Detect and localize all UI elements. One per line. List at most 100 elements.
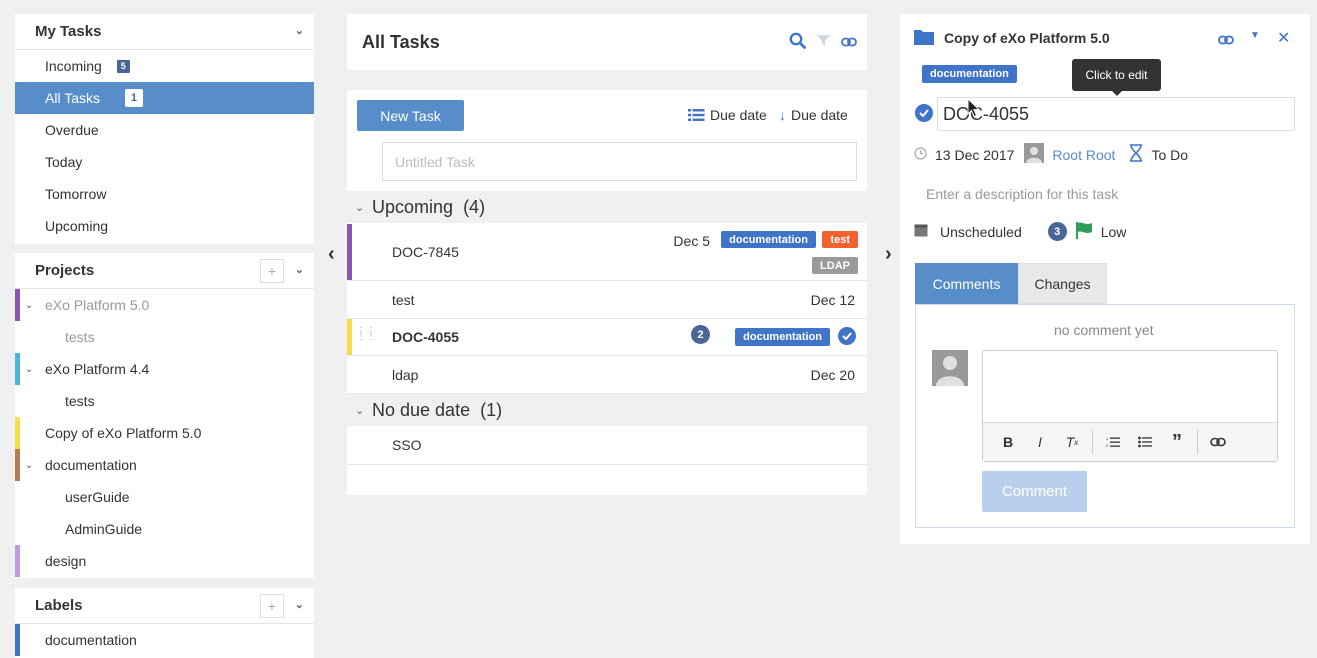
order-by-label: Due date: [791, 107, 848, 123]
project-item[interactable]: tests: [15, 385, 314, 417]
blockquote-icon[interactable]: ”: [1162, 427, 1192, 457]
project-item[interactable]: design: [15, 545, 314, 577]
due-date[interactable]: 13 Dec 2017: [935, 147, 1014, 163]
collapse-left-arrow[interactable]: ‹: [328, 243, 335, 266]
chevron-down-icon[interactable]: ⌄: [355, 404, 364, 417]
nav-item-overdue[interactable]: Overdue: [15, 114, 314, 146]
new-task-button[interactable]: New Task: [357, 100, 464, 131]
chevron-down-icon[interactable]: ⌄: [295, 598, 304, 611]
task-row[interactable]: ldap Dec 20: [347, 356, 867, 394]
labels-panel: Labels + ⌄ documentation: [15, 588, 314, 658]
sort-due-date[interactable]: Due date: [688, 107, 767, 123]
tag-documentation[interactable]: documentation: [735, 328, 830, 346]
group-no-due-date[interactable]: ⌄ No due date (1): [347, 394, 867, 426]
folder-icon: [914, 28, 934, 48]
chevron-down-icon[interactable]: ⌄: [25, 460, 33, 471]
schedule-value[interactable]: Unscheduled: [940, 224, 1022, 240]
label-item[interactable]: documentation: [15, 624, 314, 656]
project-item[interactable]: tests: [15, 321, 314, 353]
my-tasks-header[interactable]: My Tasks ⌄: [15, 14, 314, 50]
complete-check-icon[interactable]: [915, 104, 933, 122]
task-row-selected[interactable]: ⋮⋮ ⋮⋮ DOC-4055 2 documentation: [347, 319, 867, 356]
task-color-bar: [347, 319, 352, 355]
permalink-icon[interactable]: [1218, 32, 1234, 48]
add-label-button[interactable]: +: [260, 594, 284, 618]
editor-toolbar: B I Tx 12 ”: [983, 422, 1277, 461]
task-name: ldap: [392, 366, 419, 383]
project-label: tests: [65, 393, 95, 409]
nav-item-upcoming[interactable]: Upcoming: [15, 210, 314, 242]
order-due-date[interactable]: ↓ Due date: [779, 107, 848, 123]
comment-button[interactable]: Comment: [982, 471, 1087, 512]
task-row[interactable]: SSO: [347, 426, 867, 465]
project-item[interactable]: userGuide: [15, 481, 314, 513]
schedule-row: Unscheduled 3 Low: [914, 221, 1126, 242]
remove-format-icon[interactable]: Tx: [1057, 427, 1087, 457]
filter-icon[interactable]: [816, 33, 831, 51]
task-row[interactable]: test Dec 12: [347, 281, 867, 319]
project-color-bar: [15, 353, 20, 385]
tag-test[interactable]: test: [822, 231, 858, 248]
nav-label: Incoming: [45, 58, 102, 74]
chevron-down-icon[interactable]: ⌄: [355, 201, 364, 214]
collapse-right-arrow[interactable]: ›: [885, 243, 892, 266]
svg-text:1: 1: [1106, 436, 1109, 441]
task-title-input[interactable]: DOC-4055: [937, 97, 1295, 131]
link-icon[interactable]: [841, 34, 857, 50]
project-label: eXo Platform 5.0: [45, 297, 150, 313]
tag-documentation[interactable]: documentation: [721, 231, 816, 248]
task-name: DOC-7845: [392, 244, 459, 260]
labels-title: Labels: [35, 597, 83, 614]
status-value[interactable]: To Do: [1151, 147, 1188, 163]
description-placeholder[interactable]: Enter a description for this task: [926, 186, 1118, 202]
nav-item-incoming[interactable]: Incoming 5: [15, 50, 314, 82]
project-item[interactable]: ⌄ eXo Platform 5.0: [15, 289, 314, 321]
drag-handle-icon[interactable]: ⋮⋮ ⋮⋮: [356, 327, 376, 342]
nav-label: All Tasks: [45, 90, 100, 106]
bold-icon[interactable]: B: [993, 427, 1023, 457]
new-task-input[interactable]: Untitled Task: [382, 142, 857, 181]
group-upcoming[interactable]: ⌄ Upcoming (4): [347, 191, 867, 223]
toolbar-separator: [1092, 430, 1093, 454]
chevron-down-icon[interactable]: ⌄: [25, 300, 33, 311]
bulleted-list-icon[interactable]: [1130, 427, 1160, 457]
project-label: eXo Platform 4.4: [45, 361, 150, 377]
search-icon[interactable]: [789, 32, 806, 52]
tag-ldap[interactable]: LDAP: [812, 257, 858, 274]
svg-text:2: 2: [1106, 443, 1109, 448]
project-item[interactable]: ⌄ documentation: [15, 449, 314, 481]
tab-comments[interactable]: Comments: [915, 263, 1018, 304]
check-icon[interactable]: [838, 327, 856, 345]
priority-value[interactable]: Low: [1101, 224, 1127, 240]
chevron-down-icon[interactable]: ⌄: [25, 364, 33, 375]
numbered-list-icon[interactable]: 12: [1098, 427, 1128, 457]
project-item[interactable]: AdminGuide: [15, 513, 314, 545]
clock-icon: [914, 146, 927, 163]
group-by-label: Due date: [710, 107, 767, 123]
chevron-down-icon[interactable]: ⌄: [295, 24, 304, 37]
link-icon[interactable]: [1203, 427, 1233, 457]
project-breadcrumb[interactable]: Copy of eXo Platform 5.0: [944, 30, 1110, 46]
my-tasks-panel: My Tasks ⌄ Incoming 5 All Tasks 1 Overdu…: [15, 14, 314, 244]
task-row[interactable]: DOC-7845 Dec 5 documentation test LDAP: [347, 224, 867, 281]
project-color-bar: [15, 289, 20, 321]
italic-icon[interactable]: I: [1025, 427, 1055, 457]
chevron-down-icon[interactable]: ⌄: [295, 263, 304, 276]
assignee-link[interactable]: Root Root: [1052, 147, 1115, 163]
caret-down-icon[interactable]: ▼: [1250, 30, 1260, 41]
nav-item-all-tasks[interactable]: All Tasks 1: [15, 82, 314, 114]
calendar-icon: [914, 223, 928, 240]
project-item[interactable]: Copy of eXo Platform 5.0: [15, 417, 314, 449]
task-list-header: All Tasks: [347, 14, 867, 70]
list-icon: [688, 109, 705, 121]
tab-changes[interactable]: Changes: [1018, 263, 1107, 304]
toolbar-separator: [1197, 430, 1198, 454]
detail-tag-documentation[interactable]: documentation: [922, 65, 1017, 83]
project-item[interactable]: ⌄ eXo Platform 4.4: [15, 353, 314, 385]
add-project-button[interactable]: +: [260, 259, 284, 283]
nav-label: Overdue: [45, 122, 99, 138]
nav-item-tomorrow[interactable]: Tomorrow: [15, 178, 314, 210]
mouse-cursor-icon: [967, 97, 981, 121]
nav-item-today[interactable]: Today: [15, 146, 314, 178]
close-icon[interactable]: ✕: [1277, 28, 1290, 48]
